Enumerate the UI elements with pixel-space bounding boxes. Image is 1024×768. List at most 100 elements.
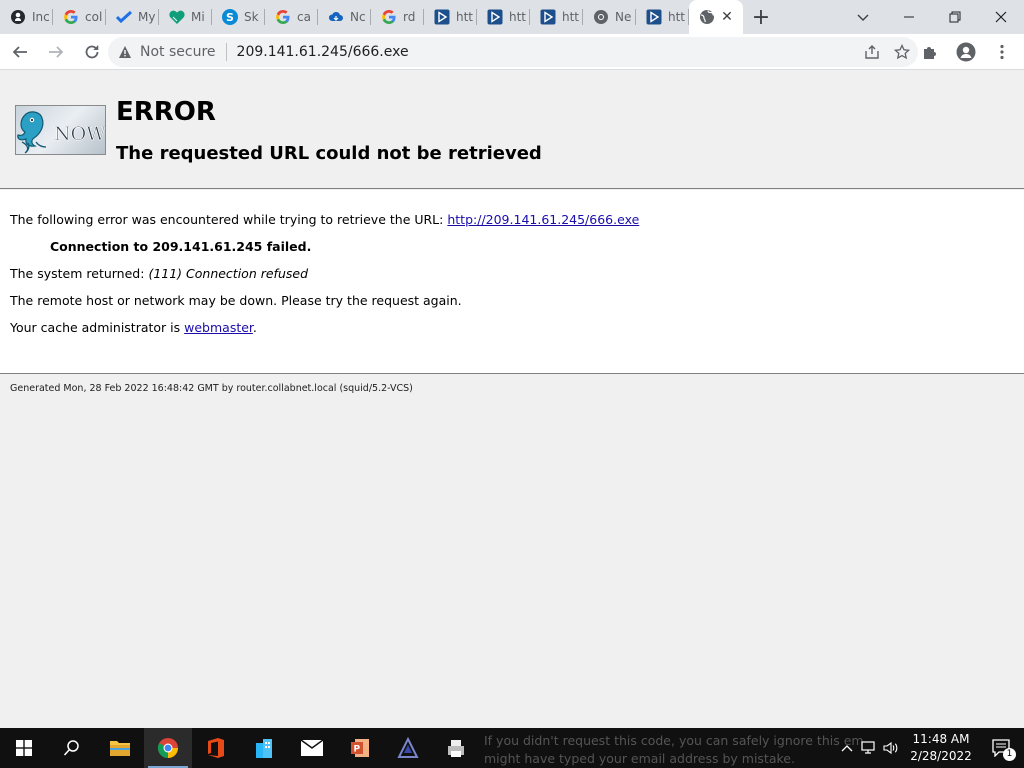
remote-host-text: The remote host or network may be down. …: [10, 293, 462, 308]
windows-logo-icon: [16, 740, 32, 756]
printer-icon: [448, 740, 464, 757]
address-bar[interactable]: Not secure 209.141.61.245/666.exe: [108, 37, 918, 67]
forward-button[interactable]: [40, 36, 72, 68]
bookmark-star-icon[interactable]: [894, 44, 910, 60]
triangle-logo-icon: [397, 737, 419, 758]
file-explorer-button[interactable]: [96, 728, 144, 768]
tab-11[interactable]: htt: [530, 0, 583, 34]
avatar-icon: [956, 42, 976, 62]
failed-url-link[interactable]: http://209.141.61.245/666.exe: [447, 212, 639, 227]
powerpoint-button[interactable]: P: [336, 728, 384, 768]
office-button[interactable]: [192, 728, 240, 768]
window-controls: [886, 0, 1024, 34]
tab-4[interactable]: Mi: [159, 0, 212, 34]
office-icon: [208, 738, 224, 758]
admin-line: Your cache administrator is webmaster.: [10, 320, 257, 335]
reload-icon: [85, 45, 99, 58]
skype-icon: S: [222, 9, 238, 25]
tab-3-label: My: [138, 10, 156, 24]
tab-5[interactable]: S Sk: [212, 0, 265, 34]
notification-count: 1: [1003, 748, 1016, 761]
mail-button[interactable]: [288, 728, 336, 768]
share-icon[interactable]: [864, 44, 880, 60]
clock-date: 2/28/2022: [910, 749, 972, 763]
search-button[interactable]: [48, 728, 96, 768]
tab-8-label: rd: [403, 10, 416, 24]
url-text[interactable]: 209.141.61.245/666.exe: [237, 44, 409, 60]
cloud-icon: [328, 9, 344, 25]
browser-toolbar: Not secure 209.141.61.245/666.exe: [0, 34, 1024, 70]
google-icon: [275, 9, 291, 25]
start-button[interactable]: [0, 728, 48, 768]
error-intro-text: The following error was encountered whil…: [10, 212, 444, 227]
tab-6-label: ca: [297, 10, 311, 24]
tab-6[interactable]: ca: [265, 0, 318, 34]
tab-9-label: htt: [456, 10, 474, 24]
tab-3[interactable]: My: [106, 0, 159, 34]
close-window-button[interactable]: [978, 0, 1024, 34]
tray-overflow-button[interactable]: [836, 728, 858, 768]
background-text-line1: If you didn't request this code, you can…: [484, 733, 864, 748]
fax-app-button[interactable]: [432, 728, 480, 768]
tab-2-label: col: [85, 10, 103, 24]
browser-tab-strip: Inc col My Mi S Sk ca Nc rd htt htt htt …: [0, 0, 1024, 34]
clock[interactable]: 11:48 AM 2/28/2022: [902, 731, 980, 765]
profile-button[interactable]: [950, 36, 982, 68]
reload-button[interactable]: [76, 36, 108, 68]
tab-13[interactable]: htt: [636, 0, 689, 34]
tab-10[interactable]: htt: [477, 0, 530, 34]
buildings-app-button[interactable]: [240, 728, 288, 768]
generated-footer: Generated Mon, 28 Feb 2022 16:48:42 GMT …: [10, 383, 413, 394]
powerpoint-icon: P: [351, 739, 369, 757]
notification-center-button[interactable]: 1: [980, 728, 1024, 768]
search-icon: [63, 740, 79, 756]
mail-icon: [300, 739, 324, 756]
page-content: NOW ERROR The requested URL could not be…: [0, 71, 1024, 728]
squid-logo: NOW: [15, 105, 106, 155]
menu-button[interactable]: [986, 36, 1018, 68]
page-title: ERROR: [116, 97, 216, 127]
tab-12-label: Ne: [615, 10, 632, 24]
tab-1[interactable]: Inc: [0, 0, 53, 34]
back-button[interactable]: [4, 36, 36, 68]
admin-text: Your cache administrator is: [10, 320, 181, 335]
chrome-taskbar-button[interactable]: [144, 728, 192, 768]
chevron-up-icon: [841, 745, 853, 752]
security-label[interactable]: Not secure: [140, 44, 216, 60]
google-icon: [63, 9, 79, 25]
tab-12[interactable]: Ne: [583, 0, 636, 34]
tab-search-button[interactable]: [848, 0, 878, 34]
tab-9[interactable]: htt: [424, 0, 477, 34]
folder-icon: [110, 741, 130, 756]
tab-2[interactable]: col: [53, 0, 106, 34]
speaker-icon: [883, 741, 898, 755]
network-button[interactable]: [858, 728, 880, 768]
new-tab-button[interactable]: +: [743, 0, 779, 34]
vector-app-button[interactable]: [384, 728, 432, 768]
tab-13-label: htt: [668, 10, 686, 24]
extensions-button[interactable]: [914, 36, 946, 68]
tab-4-label: Mi: [191, 10, 205, 24]
globe-icon: [699, 9, 715, 25]
puzzle-icon: [924, 47, 936, 59]
volume-button[interactable]: [880, 728, 902, 768]
forward-arrow-icon: [49, 45, 64, 58]
close-tab-icon[interactable]: ✕: [719, 9, 735, 25]
back-arrow-icon: [12, 45, 27, 58]
tab-8[interactable]: rd: [371, 0, 424, 34]
restore-button[interactable]: [932, 0, 978, 34]
tab-7-label: Nc: [350, 10, 366, 24]
page-subtitle: The requested URL could not be retrieved: [116, 143, 542, 164]
windows-taskbar: P If you didn't request this code, you c…: [0, 728, 1024, 768]
play-icon: [487, 9, 503, 25]
system-returned-value: (111) Connection refused: [148, 266, 309, 281]
tab-7[interactable]: Nc: [318, 0, 371, 34]
toolbar-right: [914, 36, 1018, 68]
system-tray: 11:48 AM 2/28/2022 1: [836, 728, 1024, 768]
tab-11-label: htt: [562, 10, 580, 24]
google-icon: [381, 9, 397, 25]
kebab-menu-icon: [1000, 44, 1004, 60]
webmaster-link[interactable]: webmaster: [184, 320, 253, 335]
tab-active[interactable]: ✕: [689, 0, 743, 34]
minimize-button[interactable]: [886, 0, 932, 34]
